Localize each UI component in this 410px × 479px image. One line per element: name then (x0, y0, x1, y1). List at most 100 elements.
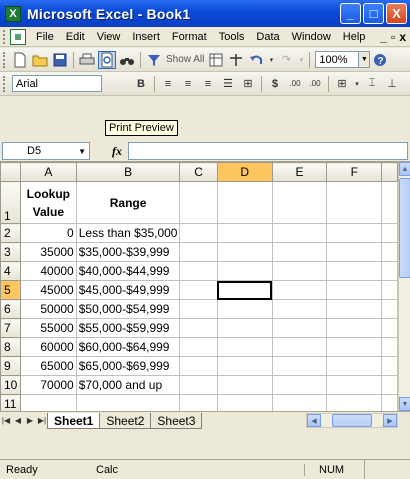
row-header-8[interactable]: 8 (0, 337, 21, 357)
redo-icon[interactable]: ↷ (277, 51, 295, 69)
name-box[interactable]: D5 ▼ (2, 142, 90, 160)
cell-a9[interactable]: 65000 (19, 356, 77, 376)
cell-a3[interactable]: 35000 (19, 242, 77, 262)
cell-c9[interactable] (179, 356, 218, 376)
row-header-9[interactable]: 9 (0, 356, 21, 376)
cell-d4[interactable] (216, 261, 273, 281)
cell-b5[interactable]: $45,000-$49,999 (75, 280, 181, 300)
cell-c11[interactable] (179, 394, 218, 411)
formula-input[interactable] (128, 142, 408, 160)
print-icon[interactable] (78, 51, 96, 69)
cell-c6[interactable] (179, 299, 218, 319)
cell-f2[interactable] (326, 223, 383, 243)
cell-b9[interactable]: $65,000-$69,999 (75, 356, 181, 376)
cell-f8[interactable] (326, 337, 383, 357)
cell-c1[interactable] (179, 181, 218, 224)
menu-insert[interactable]: Insert (126, 31, 166, 43)
pivot-table-icon[interactable] (207, 51, 225, 69)
column-header-b[interactable]: B (75, 162, 181, 182)
format-toolbar-grip-handle[interactable] (3, 75, 7, 92)
cell-b2[interactable]: Less than $35,000 (75, 223, 181, 243)
print-preview-icon[interactable] (98, 50, 116, 69)
cell-c10[interactable] (179, 375, 218, 395)
column-header-c[interactable]: C (179, 162, 218, 182)
vertical-scroll-thumb[interactable] (399, 178, 410, 278)
font-name-input[interactable]: Arial (12, 75, 102, 92)
cell-e11[interactable] (271, 394, 328, 411)
redo-dropdown-icon[interactable]: ▾ (297, 51, 305, 69)
cell-d1[interactable] (216, 181, 273, 224)
column-header-a[interactable]: A (19, 162, 77, 182)
align-left-icon[interactable]: ≡ (159, 75, 177, 93)
menu-help[interactable]: Help (337, 31, 372, 43)
tab-sheet2[interactable]: Sheet2 (99, 412, 152, 429)
cell-d11[interactable] (216, 394, 273, 411)
close-button[interactable]: X (386, 3, 407, 24)
cell-e9[interactable] (271, 356, 328, 376)
prev-sheet-icon[interactable]: ◀ (12, 416, 24, 425)
cell-e1[interactable] (271, 181, 328, 224)
cell-b1[interactable]: Range (75, 181, 181, 224)
cell-d7[interactable] (216, 318, 273, 338)
cell-f1[interactable] (326, 181, 383, 224)
cell-f9[interactable] (326, 356, 383, 376)
scroll-left-icon[interactable]: ◀ (307, 414, 321, 427)
cell-e5[interactable] (271, 280, 328, 300)
cell-a6[interactable]: 50000 (19, 299, 77, 319)
increase-decimal-icon[interactable]: .00 (286, 75, 304, 93)
insert-rows-icon[interactable] (227, 51, 245, 69)
cell-d8[interactable] (216, 337, 273, 357)
cell-d6[interactable] (216, 299, 273, 319)
first-sheet-icon[interactable]: |◀ (0, 416, 12, 425)
vertical-scrollbar[interactable]: ▲ ▼ (398, 162, 410, 411)
save-icon[interactable] (51, 51, 69, 69)
cell-e6[interactable] (271, 299, 328, 319)
cell-e10[interactable] (271, 375, 328, 395)
cell-e7[interactable] (271, 318, 328, 338)
cell-d3[interactable] (216, 242, 273, 262)
cell-c4[interactable] (179, 261, 218, 281)
merge-center-icon[interactable]: ⊞ (239, 75, 257, 93)
cell-f4[interactable] (326, 261, 383, 281)
open-folder-icon[interactable] (31, 51, 49, 69)
cell-a1[interactable]: Lookup Value (19, 181, 77, 224)
menu-format[interactable]: Format (166, 31, 213, 43)
cell-a10[interactable]: 70000 (19, 375, 77, 395)
workbook-minimize-button[interactable]: _ (380, 30, 387, 44)
fill-color-icon[interactable]: ⌶ (363, 75, 381, 93)
show-all-icon[interactable] (145, 51, 163, 69)
cell-d5-active[interactable] (216, 280, 273, 300)
cell-c2[interactable] (179, 223, 218, 243)
insert-function-icon[interactable]: fx (112, 144, 122, 159)
row-header-2[interactable]: 2 (0, 223, 21, 243)
row-header-7[interactable]: 7 (0, 318, 21, 338)
row-header-3[interactable]: 3 (0, 242, 21, 262)
cell-b3[interactable]: $35,000-$39,999 (75, 242, 181, 262)
column-header-d[interactable]: D (216, 162, 273, 182)
borders-dropdown-icon[interactable]: ▾ (353, 75, 361, 93)
cell-d9[interactable] (216, 356, 273, 376)
menu-window[interactable]: Window (286, 31, 337, 43)
cell-f10[interactable] (326, 375, 383, 395)
cell-f5[interactable] (326, 280, 383, 300)
scroll-up-icon[interactable]: ▲ (399, 162, 410, 176)
cell-e4[interactable] (271, 261, 328, 281)
column-header-f[interactable]: F (326, 162, 383, 182)
workbook-icon[interactable]: ▦ (10, 28, 26, 45)
minimize-button[interactable]: _ (340, 3, 361, 24)
workbook-close-button[interactable]: x (399, 30, 406, 44)
cell-a11[interactable] (19, 394, 77, 411)
cell-c3[interactable] (179, 242, 218, 262)
row-header-5[interactable]: 5 (0, 280, 21, 300)
toolbar-grip-handle[interactable] (3, 51, 7, 68)
new-file-icon[interactable] (11, 51, 29, 69)
select-all-corner[interactable] (0, 162, 21, 182)
cell-a7[interactable]: 55000 (19, 318, 77, 338)
undo-dropdown-icon[interactable]: ▾ (267, 51, 275, 69)
menu-view[interactable]: View (91, 31, 127, 43)
cell-e2[interactable] (271, 223, 328, 243)
cell-f7[interactable] (326, 318, 383, 338)
cell-f11[interactable] (326, 394, 383, 411)
workbook-restore-button[interactable]: ▫ (391, 30, 395, 44)
cell-b7[interactable]: $55,000-$59,999 (75, 318, 181, 338)
